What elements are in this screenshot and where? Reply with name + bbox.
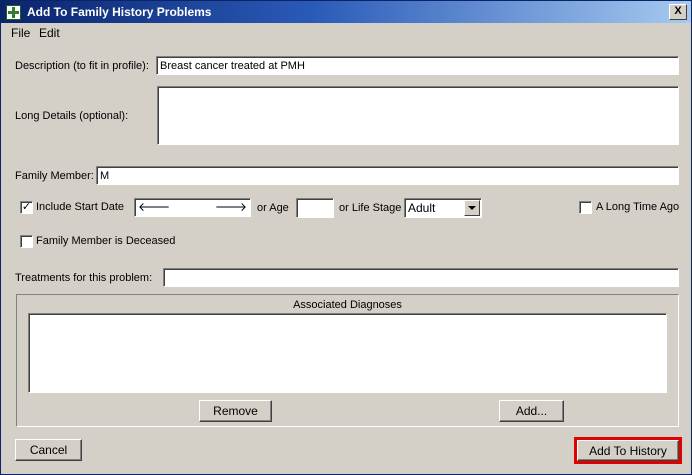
description-label: Description (to fit in profile): [15,60,149,72]
life-stage-select[interactable]: Adult [404,198,482,218]
treatments-field[interactable] [163,268,679,287]
family-member-label: Family Member: [15,170,94,182]
chevron-down-icon[interactable] [464,200,480,216]
title-bar: Add To Family History Problems X [1,1,691,23]
long-time-ago-label: A Long Time Ago [596,201,680,213]
associated-diagnoses-title: Associated Diagnoses [293,299,402,311]
menu-file[interactable]: File [11,26,30,40]
close-button[interactable]: X [669,4,687,20]
long-time-ago-checkbox[interactable] [579,201,592,214]
add-family-history-dialog: Add To Family History Problems X File Ed… [0,0,692,475]
menu-bar: File Edit [1,23,691,43]
arrow-left-icon[interactable]: 🡐 [138,199,170,215]
menu-edit[interactable]: Edit [39,26,60,40]
associated-diagnoses-group: Associated Diagnoses Remove Add... [16,294,679,427]
medical-cross-icon [6,5,21,20]
age-field[interactable] [296,198,334,218]
or-life-stage-label: or Life Stage [339,202,402,214]
add-to-history-button[interactable]: Add To History [574,437,682,464]
deceased-checkbox[interactable] [20,235,33,248]
treatments-label: Treatments for this problem: [15,272,153,284]
cancel-button[interactable]: Cancel [15,439,82,461]
deceased-label: Family Member is Deceased [36,235,176,247]
checkmark-icon: ✓ [21,201,32,213]
window-title: Add To Family History Problems [27,5,212,19]
arrow-right-icon[interactable]: 🡒 [215,199,247,215]
family-member-field[interactable]: M [96,166,679,185]
diagnoses-list[interactable] [28,313,667,393]
remove-diagnosis-button[interactable]: Remove [199,400,272,422]
long-details-field[interactable] [157,86,679,145]
description-field[interactable]: Breast cancer treated at PMH [156,56,679,75]
life-stage-value: Adult [408,201,436,215]
add-diagnosis-button[interactable]: Add... [499,400,564,422]
or-age-label: or Age [257,202,289,214]
include-start-date-label: Include Start Date [36,201,125,213]
include-start-date-checkbox[interactable]: ✓ [20,201,33,214]
start-date-field[interactable]: 🡐 🡒 [134,198,251,217]
long-details-label: Long Details (optional): [15,110,129,122]
